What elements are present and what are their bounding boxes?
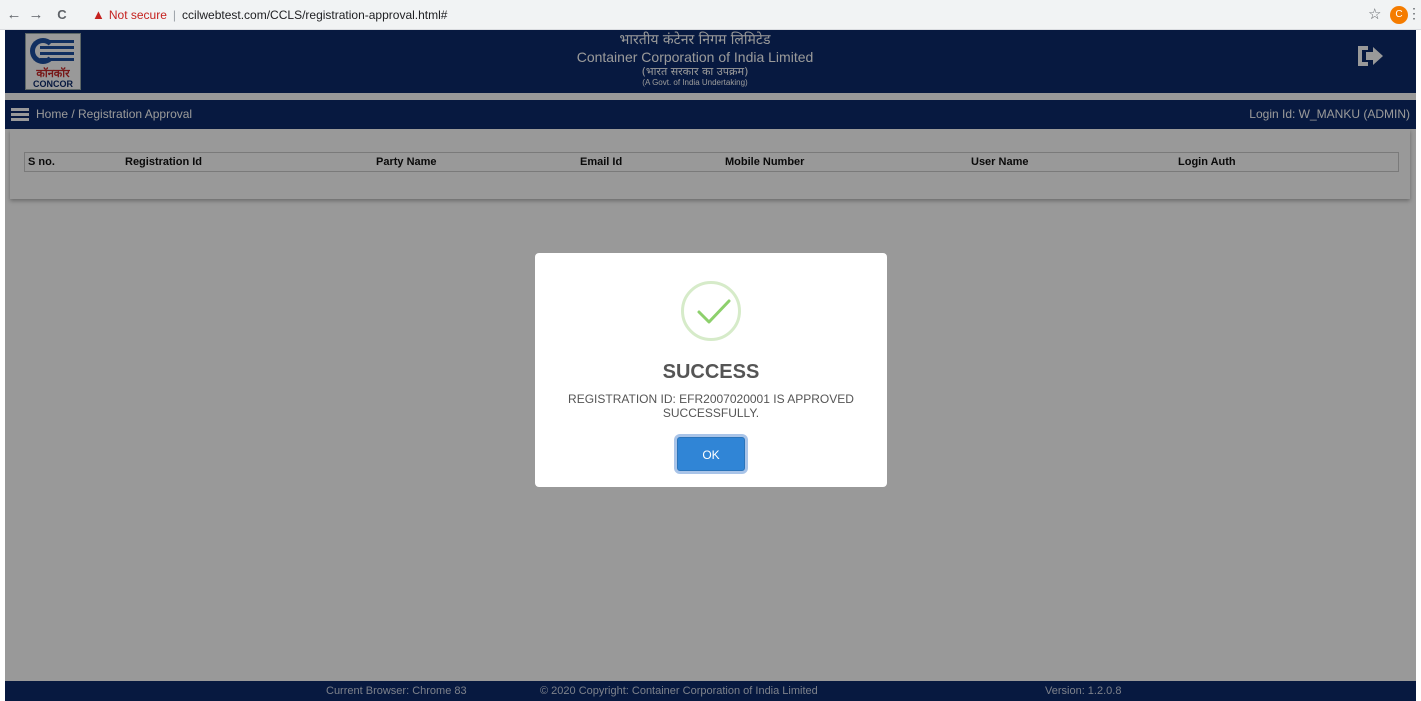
forward-button[interactable]: →: [26, 5, 46, 25]
dialog-message: REGISTRATION ID: EFR2007020001 IS APPROV…: [568, 392, 854, 420]
ok-button[interactable]: OK: [677, 437, 745, 471]
reload-button[interactable]: C: [52, 5, 72, 25]
bookmark-star-icon[interactable]: ☆: [1368, 5, 1381, 23]
check-icon: [697, 299, 731, 324]
back-button[interactable]: ←: [4, 5, 24, 25]
dialog-title: SUCCESS: [662, 361, 760, 383]
security-label[interactable]: Not secure: [109, 8, 167, 22]
profile-avatar[interactable]: C: [1390, 6, 1408, 24]
browser-toolbar: ← → C ▲ Not secure | ccilwebtest.com/CCLS/r…: [0, 0, 1421, 30]
success-icon-circle: [681, 281, 741, 341]
address-bar[interactable]: ▲ Not secure | ccilwebtest.com/CCLS/registr…: [92, 4, 1362, 26]
browser-menu-icon[interactable]: ⋮: [1407, 5, 1421, 22]
warning-icon: ▲: [92, 7, 105, 22]
url-text[interactable]: ccilwebtest.com/CCLS/registration-approv…: [182, 8, 447, 22]
address-separator: |: [172, 8, 177, 22]
success-dialog: SUCCESS REGISTRATION ID: EFR2007020001 I…: [535, 253, 887, 487]
